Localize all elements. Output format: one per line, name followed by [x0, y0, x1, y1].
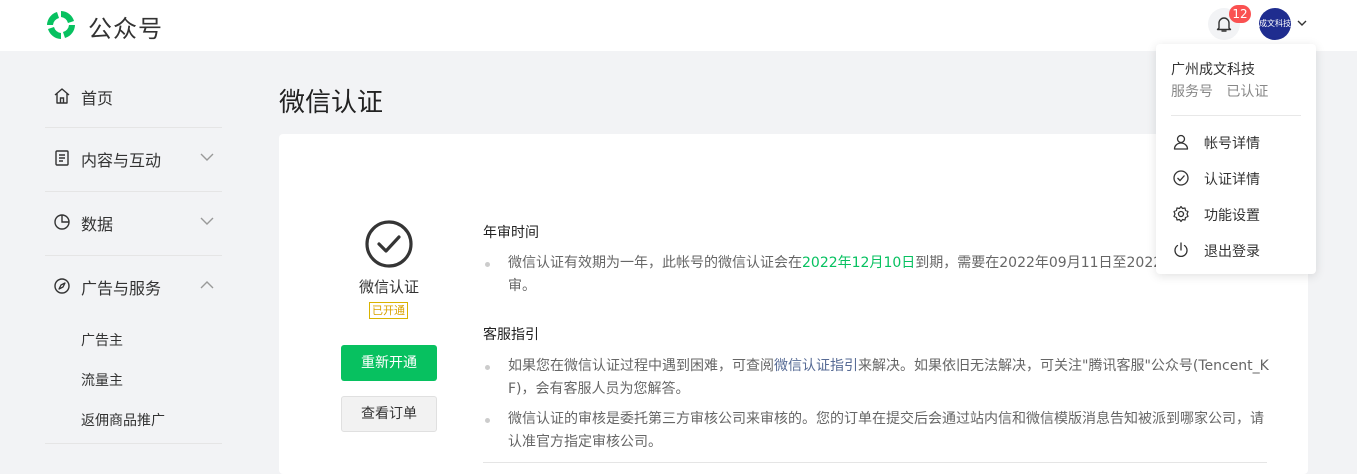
section-title-annual-review: 年审时间: [483, 225, 539, 241]
chevron-down-icon: [200, 217, 214, 225]
text-segment: 来解决。如果依旧无法解决，可关注"腾讯客服"公众号(Tencent_K: [858, 358, 1269, 374]
menu-item-certification-details[interactable]: 认证详情: [1171, 166, 1301, 190]
sidebar: 首页 内容与互动 数据 广告与服务 广告主 流量主 返佣商品推广: [45, 66, 222, 444]
sidebar-submenu: 广告主 流量主 返佣商品推广: [45, 319, 222, 444]
certification-label: 微信认证: [358, 278, 419, 296]
notification-badge: 12: [1229, 5, 1251, 23]
menu-item-logout[interactable]: 退出登录: [1171, 238, 1301, 262]
expiry-date: 2022年12月10日: [802, 255, 916, 271]
sidebar-item-label: 首页: [81, 89, 114, 108]
text-segment: 如果您在微信认证过程中遇到困难，可查阅: [508, 358, 774, 374]
text-segment: 审。: [508, 278, 536, 294]
chevron-up-icon: [200, 281, 214, 289]
sidebar-item-data[interactable]: 数据: [45, 192, 222, 256]
wechat-official-logo-icon[interactable]: [44, 8, 78, 42]
account-name: 广州成文科技: [1171, 62, 1255, 78]
sidebar-item-label: 数据: [81, 215, 114, 234]
certification-guide-link[interactable]: 微信认证指引: [774, 358, 858, 374]
text-segment: 认准官方指定审核公司。: [508, 434, 662, 450]
text-segment: 微信认证的审核是委托第三方审核公司来审核的。您的订单在提交后会通过站内信和微信模…: [508, 411, 1264, 427]
account-type: 服务号: [1171, 84, 1213, 100]
text-segment: 到期，需要在2022年09月11日至2022年: [915, 255, 1177, 271]
account-status: 已认证: [1226, 84, 1269, 100]
bullet: [485, 262, 490, 267]
power-icon: [1174, 242, 1188, 257]
sidebar-subitem-commission[interactable]: 返佣商品推广: [45, 399, 222, 439]
top-bar: 公众号 12 成文科技: [0, 0, 1357, 51]
text-segment: 微信认证有效期为一年，此帐号的微信认证会在: [508, 255, 802, 271]
check-circle-icon: [365, 220, 413, 268]
section-title-support: 客服指引: [483, 327, 539, 343]
bullet: [485, 365, 490, 370]
sidebar-subitem-advertiser[interactable]: 广告主: [45, 319, 222, 359]
compass-icon: [54, 278, 70, 294]
sidebar-item-content[interactable]: 内容与互动: [45, 128, 222, 192]
gear-icon: [1173, 205, 1189, 223]
sidebar-item-label: 广告与服务: [81, 279, 162, 298]
menu-item-settings[interactable]: 功能设置: [1171, 202, 1301, 226]
divider: [483, 462, 1267, 463]
account-dropdown: 广州成文科技 服务号 已认证 帐号详情 认证详情 功能设置 退出登录: [1156, 44, 1316, 274]
menu-item-label: 帐号详情: [1204, 136, 1260, 152]
check-circle-icon: [1173, 170, 1189, 186]
home-icon: [54, 88, 70, 104]
sidebar-item-ads[interactable]: 广告与服务: [45, 256, 222, 319]
renew-button[interactable]: 重新开通: [341, 345, 437, 381]
sidebar-subitem-label: 广告主: [81, 333, 123, 349]
avatar[interactable]: 成文科技: [1259, 8, 1291, 40]
review-info-text: 微信认证的审核是委托第三方审核公司来审核的。您的订单在提交后会通过站内信和微信模…: [508, 408, 1288, 454]
view-order-button[interactable]: 查看订单: [341, 396, 437, 432]
brand-title[interactable]: 公众号: [88, 9, 163, 44]
chevron-down-icon: [200, 153, 214, 161]
menu-item-account-details[interactable]: 帐号详情: [1171, 130, 1301, 154]
pie-chart-icon: [54, 214, 70, 230]
sidebar-item-home[interactable]: 首页: [45, 66, 222, 128]
document-icon: [55, 150, 69, 166]
menu-item-label: 功能设置: [1204, 208, 1260, 224]
bullet: [485, 418, 490, 423]
user-icon: [1173, 134, 1189, 150]
account-meta: 服务号 已认证: [1171, 81, 1268, 101]
divider: [1171, 115, 1301, 116]
sidebar-item-label: 内容与互动: [81, 151, 162, 170]
sidebar-subitem-label: 流量主: [81, 373, 123, 389]
sidebar-subitem-publisher[interactable]: 流量主: [45, 359, 222, 399]
menu-item-label: 退出登录: [1204, 244, 1260, 260]
annual-review-text: 微信认证有效期为一年，此帐号的微信认证会在2022年12月10日到期，需要在20…: [508, 252, 1188, 298]
support-text: 如果您在微信认证过程中遇到困难，可查阅微信认证指引来解决。如果依旧无法解决，可关…: [508, 355, 1288, 401]
text-segment: F)，会有客服人员为您解答。: [508, 381, 690, 397]
sidebar-subitem-label: 返佣商品推广: [81, 413, 165, 429]
menu-item-label: 认证详情: [1204, 172, 1260, 188]
page-title: 微信认证: [279, 88, 384, 118]
status-badge: 已开通: [369, 302, 408, 319]
chevron-down-icon[interactable]: [1296, 19, 1308, 27]
